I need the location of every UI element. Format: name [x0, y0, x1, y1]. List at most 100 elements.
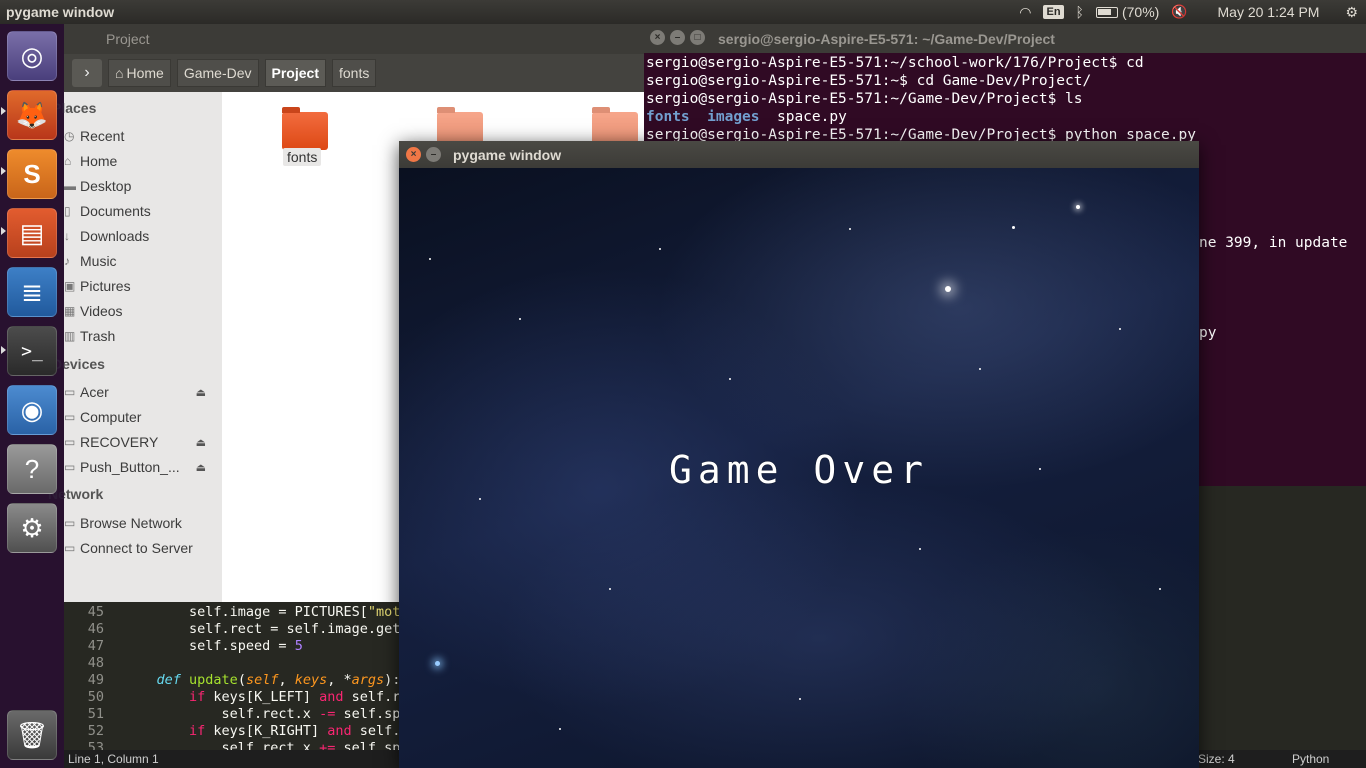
- volume-muted-icon[interactable]: 🔇: [1171, 4, 1187, 20]
- sidebar-item-recovery[interactable]: ▭ RECOVERY ⏏: [64, 431, 214, 453]
- sidebar-item-downloads[interactable]: ↓ Downloads: [64, 225, 149, 247]
- line-number: 47: [87, 638, 104, 654]
- sidebar: Places ◷ Recent ⌂ Home ▬ Desktop ▯ Documents…: [48, 92, 222, 602]
- sidebar-label: Downloads: [80, 228, 150, 244]
- ubuntu-dash-icon[interactable]: ◎: [7, 31, 57, 81]
- pygame-titlebar[interactable]: × – pygame window: [399, 141, 1199, 168]
- star: [1159, 588, 1161, 590]
- launcher-glyph: 🦊: [15, 99, 49, 130]
- sublime-text-icon[interactable]: S: [7, 149, 57, 199]
- star: [1012, 226, 1015, 229]
- breadcrumb-project[interactable]: Project: [264, 59, 326, 87]
- sidebar-item-pictures[interactable]: ▣ Pictures: [64, 275, 131, 297]
- network-icon: ▭: [64, 516, 76, 530]
- terminal-line: sergio@sergio-Aspire-E5-571:~/school-wor…: [646, 55, 1144, 71]
- star: [479, 498, 481, 500]
- running-indicator: [1, 107, 6, 115]
- sidebar-label: Recent: [80, 128, 125, 144]
- sidebar-label: Push_Button_...: [80, 459, 180, 475]
- terminal-titlebar[interactable]: × – □ sergio@sergio-Aspire-E5-571: ~/Gam…: [644, 24, 1366, 53]
- launcher-glyph: ⚙: [20, 512, 44, 543]
- writer-icon[interactable]: ≣: [7, 267, 57, 317]
- eject-icon[interactable]: ⏏: [196, 461, 206, 474]
- game-over-text: Game Over: [669, 448, 929, 492]
- sidebar-label: Home: [80, 153, 118, 169]
- sidebar-item-home[interactable]: ⌂ Home: [64, 150, 117, 172]
- keyboard-layout-indicator[interactable]: En: [1043, 5, 1064, 19]
- chrome-icon[interactable]: ◉: [7, 385, 57, 435]
- sidebar-label: Browse Network: [80, 515, 182, 531]
- sidebar-item-computer[interactable]: ▭ Computer: [64, 406, 141, 428]
- terminal-ls-output: fonts images space.py: [646, 108, 847, 126]
- editor-minimap[interactable]: [1198, 486, 1366, 750]
- forward-button[interactable]: ›: [72, 59, 102, 87]
- pygame-window[interactable]: × – pygame window Game Over: [399, 141, 1199, 768]
- launcher-glyph: ▤: [19, 217, 45, 248]
- ls-dir: fonts: [646, 109, 690, 125]
- sidebar-label: Computer: [80, 409, 142, 425]
- bluetooth-icon[interactable]: ᛒ: [1076, 4, 1084, 20]
- folder-icon[interactable]: [282, 107, 328, 150]
- star: [659, 248, 661, 250]
- maximize-button[interactable]: □: [690, 30, 705, 45]
- sidebar-label: Music: [80, 253, 117, 269]
- eject-icon[interactable]: ⏏: [196, 436, 206, 449]
- minimize-button[interactable]: –: [670, 30, 685, 45]
- star: [429, 258, 431, 260]
- film-icon: ▦: [64, 304, 76, 318]
- breadcrumb-home[interactable]: ⌂ Home: [108, 59, 171, 87]
- gear-icon[interactable]: ⚙: [1345, 4, 1358, 21]
- sidebar-item-desktop[interactable]: ▬ Desktop: [64, 175, 131, 197]
- terminal-line: sergio@sergio-Aspire-E5-571:~/Game-Dev/P…: [646, 91, 1083, 107]
- running-indicator: [1, 167, 6, 175]
- running-indicator: [1, 346, 6, 354]
- download-icon: ↓: [64, 229, 70, 243]
- firefox-icon[interactable]: 🦊: [7, 90, 57, 140]
- sidebar-item-browse-network[interactable]: ▭ Browse Network: [64, 512, 182, 534]
- syntax-mode[interactable]: Python: [1292, 752, 1329, 766]
- sidebar-item-music[interactable]: ♪ Music: [64, 250, 117, 272]
- clock-icon: ◷: [64, 129, 75, 143]
- help-icon[interactable]: ?: [7, 444, 57, 494]
- file-manager-titlebar[interactable]: Project: [64, 24, 644, 54]
- sidebar-item-videos[interactable]: ▦ Videos: [64, 300, 123, 322]
- computer-icon: ▭: [64, 410, 76, 424]
- minimize-button[interactable]: –: [426, 147, 441, 162]
- folder-label-fonts[interactable]: fonts: [283, 148, 322, 166]
- settings-icon[interactable]: ⚙: [7, 503, 57, 553]
- sidebar-item-trash[interactable]: ▥ Trash: [64, 325, 115, 347]
- wifi-icon[interactable]: ◠: [1019, 4, 1031, 21]
- sidebar-item-acer[interactable]: ▭ Acer ⏏: [64, 381, 214, 403]
- trash-icon: ▥: [64, 329, 76, 343]
- music-icon: ♪: [64, 254, 70, 268]
- sidebar-item-push-button[interactable]: ▭ Push_Button_... ⏏: [64, 456, 214, 478]
- eject-icon[interactable]: ⏏: [196, 386, 206, 399]
- ls-file: space.py: [776, 109, 847, 125]
- sidebar-item-recent[interactable]: ◷ Recent: [64, 125, 124, 147]
- launcher-glyph: ◎: [20, 40, 44, 71]
- drive-icon: ▭: [64, 385, 76, 399]
- sidebar-item-documents[interactable]: ▯ Documents: [64, 200, 151, 222]
- star: [849, 228, 851, 230]
- clock[interactable]: May 20 1:24 PM: [1218, 4, 1320, 20]
- close-button[interactable]: ×: [406, 147, 421, 162]
- drive-icon: ▭: [64, 435, 76, 449]
- breadcrumb-fonts[interactable]: fonts: [331, 59, 377, 87]
- sidebar-item-connect-server[interactable]: ▭ Connect to Server: [64, 537, 193, 559]
- close-button[interactable]: ×: [650, 30, 665, 45]
- battery-icon[interactable]: [1095, 6, 1118, 18]
- files-icon[interactable]: ▤: [7, 208, 57, 258]
- terminal-icon[interactable]: >_: [7, 326, 57, 376]
- document-icon: ▯: [64, 204, 71, 218]
- file-manager-title: Project: [106, 31, 150, 47]
- battery-percent[interactable]: (70%): [1122, 4, 1159, 20]
- breadcrumb-label: Home: [126, 65, 164, 81]
- home-icon: ⌂: [115, 65, 124, 81]
- trash-icon[interactable]: 🗑: [7, 710, 57, 760]
- breadcrumb-game-dev[interactable]: Game-Dev: [176, 59, 259, 87]
- star: [919, 548, 921, 550]
- file-size: Size: 4: [1198, 752, 1235, 766]
- game-canvas[interactable]: Game Over: [399, 168, 1199, 768]
- sidebar-label: Trash: [80, 328, 116, 344]
- sidebar-label: Videos: [80, 303, 123, 319]
